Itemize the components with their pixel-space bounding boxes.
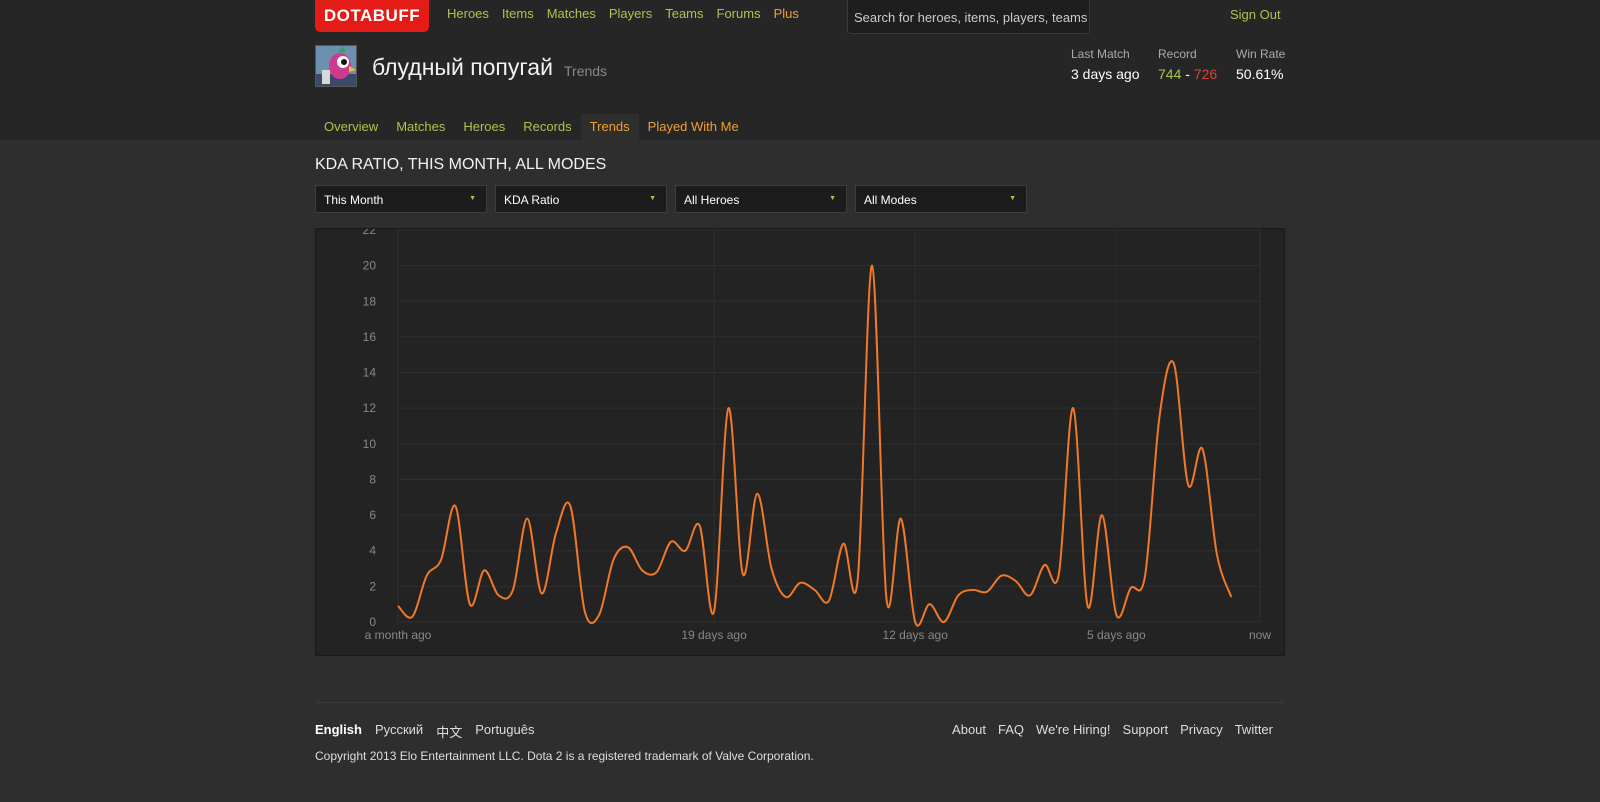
winrate-stat: Win Rate 50.61% — [1236, 47, 1285, 82]
footer-link-faq[interactable]: FAQ — [998, 722, 1024, 737]
y-tick-label: 6 — [369, 508, 376, 522]
search-input[interactable]: Search for heroes, items, players, teams — [847, 0, 1090, 34]
y-tick-label: 12 — [363, 401, 377, 415]
losses-count: 726 — [1193, 66, 1218, 82]
footer-links: About FAQ We're Hiring! Support Privacy … — [952, 722, 1273, 737]
sign-out-link[interactable]: Sign Out — [1230, 7, 1281, 22]
lang-english[interactable]: English — [315, 722, 362, 741]
chevron-down-icon: ▼ — [1009, 195, 1016, 202]
lang-portuguese[interactable]: Português — [475, 722, 534, 741]
hero-value: All Heroes — [684, 193, 740, 207]
nav-teams[interactable]: Teams — [665, 6, 703, 21]
y-tick-label: 20 — [363, 259, 377, 273]
footer-link-privacy[interactable]: Privacy — [1180, 722, 1223, 737]
chevron-down-icon: ▼ — [469, 195, 476, 202]
tab-matches[interactable]: Matches — [387, 114, 454, 141]
time-period-select[interactable]: This Month ▼ — [315, 185, 487, 213]
x-tick-label: 12 days ago — [883, 628, 949, 642]
hero-select[interactable]: All Heroes ▼ — [675, 185, 847, 213]
footer-link-hiring[interactable]: We're Hiring! — [1036, 722, 1110, 737]
parrot-avatar-icon — [316, 46, 356, 86]
lang-russian[interactable]: Русский — [375, 722, 423, 741]
y-tick-label: 2 — [369, 579, 376, 593]
last-match-value: 3 days ago — [1071, 66, 1140, 82]
nav-matches[interactable]: Matches — [547, 6, 596, 21]
x-tick-label: 5 days ago — [1087, 628, 1146, 642]
tab-overview[interactable]: Overview — [315, 114, 387, 141]
nav-items[interactable]: Items — [502, 6, 534, 21]
lang-chinese[interactable]: 中文 — [436, 722, 462, 741]
footer-link-twitter[interactable]: Twitter — [1235, 722, 1273, 737]
copyright-text: Copyright 2013 Elo Entertainment LLC. Do… — [315, 749, 814, 763]
tab-played-with-me[interactable]: Played With Me — [639, 114, 748, 141]
x-tick-label: a month ago — [365, 628, 432, 642]
chevron-down-icon: ▼ — [829, 195, 836, 202]
tab-heroes[interactable]: Heroes — [454, 114, 514, 141]
winrate-value: 50.61% — [1236, 66, 1284, 82]
mode-select[interactable]: All Modes ▼ — [855, 185, 1027, 213]
profile-tabs: Overview Matches Heroes Records Trends P… — [315, 114, 748, 141]
last-match-stat: Last Match 3 days ago — [1071, 47, 1140, 82]
chart-ticks: 0 2 4 6 8 10 12 14 16 18 20 22 a month ago 19 days ag… — [363, 229, 1272, 642]
wins-count: 744 — [1158, 66, 1182, 82]
winrate-label: Win Rate — [1236, 47, 1286, 61]
player-name: блудный попугай — [372, 54, 553, 80]
x-tick-label: 19 days ago — [681, 628, 747, 642]
filter-bar: This Month ▼ KDA Ratio ▼ All Heroes ▼ All M… — [315, 185, 1027, 213]
last-match-label: Last Match — [1071, 47, 1130, 61]
y-tick-label: 8 — [369, 472, 376, 486]
top-header — [0, 0, 1600, 140]
nav-plus[interactable]: Plus — [774, 6, 799, 21]
page-subtitle: Trends — [564, 63, 608, 79]
chart-grid — [397, 229, 1261, 623]
record-separator: - — [1185, 66, 1190, 82]
metric-value: KDA Ratio — [504, 193, 560, 207]
tab-trends[interactable]: Trends — [580, 114, 639, 141]
kda-trend-chart: 0 2 4 6 8 10 12 14 16 18 20 22 a month ago 19 days ag… — [315, 228, 1285, 656]
y-tick-label: 10 — [363, 437, 377, 451]
record-value: 744 - 726 — [1158, 66, 1217, 82]
main-nav: Heroes Items Matches Players Teams Forum… — [447, 6, 799, 21]
footer-link-about[interactable]: About — [952, 722, 986, 737]
y-tick-label: 22 — [363, 229, 377, 237]
chevron-down-icon: ▼ — [649, 195, 656, 202]
nav-players[interactable]: Players — [609, 6, 652, 21]
y-tick-label: 4 — [369, 544, 376, 558]
mode-value: All Modes — [864, 193, 917, 207]
dotabuff-logo[interactable]: DOTABUFF — [315, 0, 429, 32]
record-stat: Record 744 - 726 — [1158, 47, 1217, 82]
footer-divider — [315, 702, 1285, 703]
y-tick-label: 0 — [369, 615, 376, 629]
footer-link-support[interactable]: Support — [1123, 722, 1169, 737]
nav-forums[interactable]: Forums — [717, 6, 761, 21]
y-tick-label: 14 — [363, 366, 377, 380]
nav-heroes[interactable]: Heroes — [447, 6, 489, 21]
y-tick-label: 18 — [363, 294, 377, 308]
record-label: Record — [1158, 47, 1197, 61]
x-tick-label: now — [1249, 628, 1271, 642]
metric-select[interactable]: KDA Ratio ▼ — [495, 185, 667, 213]
page-title: KDA RATIO, THIS MONTH, ALL MODES — [315, 156, 607, 173]
kda-series-line — [397, 264, 1233, 627]
time-period-value: This Month — [324, 193, 384, 207]
language-switcher: English Русский 中文 Português — [315, 722, 534, 741]
y-tick-label: 16 — [363, 330, 377, 344]
chart-svg: 0 2 4 6 8 10 12 14 16 18 20 22 a month ago 19 days ag… — [363, 229, 1272, 642]
avatar[interactable] — [315, 45, 357, 87]
tab-records[interactable]: Records — [514, 114, 580, 141]
